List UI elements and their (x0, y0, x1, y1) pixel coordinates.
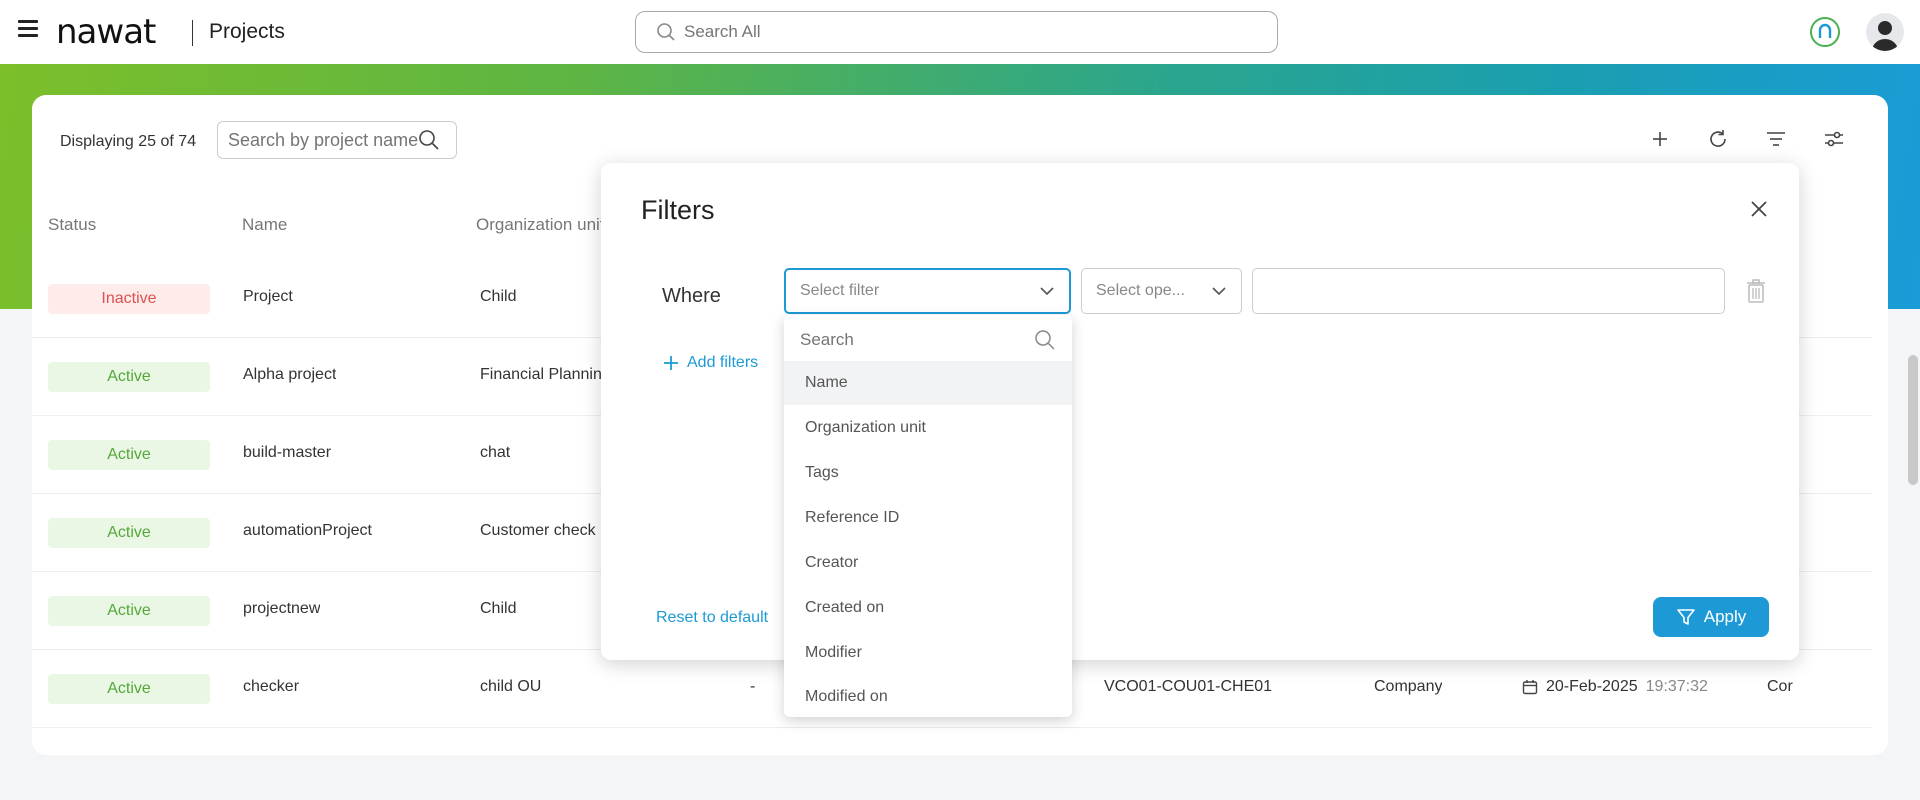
project-org: Financial Planning (480, 366, 611, 383)
funnel-icon (1676, 609, 1695, 625)
dropdown-option-organization-unit[interactable]: Organization unit (784, 406, 1072, 450)
page-title: Projects (209, 20, 285, 43)
status-badge: Active (48, 518, 210, 548)
add-icon[interactable] (1646, 125, 1674, 153)
dropdown-option-reference-id[interactable]: Reference ID (784, 496, 1072, 540)
filters-modal: Filters Where Select filter Select ope..… (601, 163, 1799, 660)
time-value: 19:37:32 (1645, 678, 1708, 695)
add-filters-label: Add filters (687, 354, 759, 371)
dropdown-option-name[interactable]: Name (784, 361, 1072, 405)
project-org: chat (480, 444, 511, 461)
dropdown-option-created-on[interactable]: Created on (784, 586, 1072, 630)
project-date: 20-Feb-2025 19:37:32 (1522, 678, 1708, 696)
project-type: Company (1374, 678, 1443, 695)
dropdown-search-input[interactable] (800, 330, 1000, 350)
project-reference-id: VCO01-COU01-CHE01 (1104, 678, 1273, 695)
filter-field-dropdown-list: Name Organization unit Tags Reference ID… (784, 315, 1072, 717)
select-filter-dropdown[interactable]: Select filter (784, 268, 1071, 314)
project-org: Child (480, 600, 517, 617)
brand-badge-icon[interactable] (1810, 17, 1840, 47)
select-operator-placeholder: Select ope... (1096, 282, 1185, 299)
filter-icon[interactable] (1762, 125, 1790, 153)
logo-divider (192, 20, 193, 46)
global-search[interactable] (635, 11, 1278, 53)
project-name[interactable]: projectnew (243, 600, 320, 618)
filter-value-input[interactable] (1252, 268, 1725, 314)
global-search-input[interactable] (684, 22, 1244, 42)
project-name[interactable]: checker (243, 678, 299, 696)
column-header-status[interactable]: Status (48, 215, 96, 235)
search-icon[interactable] (418, 129, 440, 151)
status-badge: Active (48, 440, 210, 470)
project-search[interactable] (217, 121, 457, 159)
column-header-org[interactable]: Organization unit (476, 215, 605, 235)
status-badge: Active (48, 596, 210, 626)
select-operator-dropdown[interactable]: Select ope... (1081, 268, 1242, 314)
apply-button[interactable]: Apply (1653, 597, 1769, 637)
project-name[interactable]: build-master (243, 444, 331, 462)
refresh-icon[interactable] (1704, 125, 1732, 153)
brand-logo[interactable]: nawat (56, 12, 156, 52)
project-name[interactable]: Project (243, 288, 293, 306)
plus-icon (664, 356, 678, 370)
project-extra: Cor (1767, 678, 1793, 695)
dropdown-option-modified-on[interactable]: Modified on (784, 675, 1072, 719)
close-icon[interactable] (1747, 197, 1771, 221)
search-icon (657, 23, 675, 41)
top-bar: nawat Projects (0, 0, 1920, 64)
user-avatar[interactable] (1866, 13, 1904, 51)
status-badge: Active (48, 362, 210, 392)
where-label: Where (662, 285, 721, 307)
trash-icon[interactable] (1746, 279, 1770, 305)
column-header-name[interactable]: Name (242, 215, 287, 235)
menu-icon[interactable] (18, 20, 40, 40)
calendar-icon (1522, 680, 1538, 695)
search-icon (1035, 330, 1055, 350)
dropdown-option-modifier[interactable]: Modifier (784, 631, 1072, 675)
project-org: Child (480, 288, 517, 305)
reset-to-default-link[interactable]: Reset to default (656, 609, 768, 627)
select-filter-placeholder: Select filter (800, 282, 880, 299)
status-badge: Inactive (48, 284, 210, 314)
date-value: 20-Feb-2025 (1546, 678, 1638, 695)
add-filters-button[interactable]: Add filters (663, 354, 758, 372)
project-name[interactable]: Alpha project (243, 366, 336, 384)
project-dash: - (750, 678, 756, 695)
project-org: Customer check (480, 522, 596, 539)
project-name[interactable]: automationProject (243, 522, 372, 540)
chevron-down-icon (1040, 287, 1054, 296)
status-badge: Active (48, 674, 210, 704)
apply-label: Apply (1703, 607, 1747, 626)
table-toolbar (1646, 125, 1848, 153)
dropdown-search[interactable] (800, 325, 1056, 355)
project-org: child OU (480, 678, 542, 695)
project-search-input[interactable] (228, 129, 418, 151)
dropdown-option-tags[interactable]: Tags (784, 451, 1072, 495)
modal-title: Filters (641, 195, 715, 225)
chevron-down-icon (1212, 287, 1226, 296)
settings-sliders-icon[interactable] (1820, 125, 1848, 153)
dropdown-option-creator[interactable]: Creator (784, 541, 1072, 585)
vertical-scrollbar[interactable] (1908, 355, 1918, 485)
display-count: Displaying 25 of 74 (60, 133, 197, 150)
